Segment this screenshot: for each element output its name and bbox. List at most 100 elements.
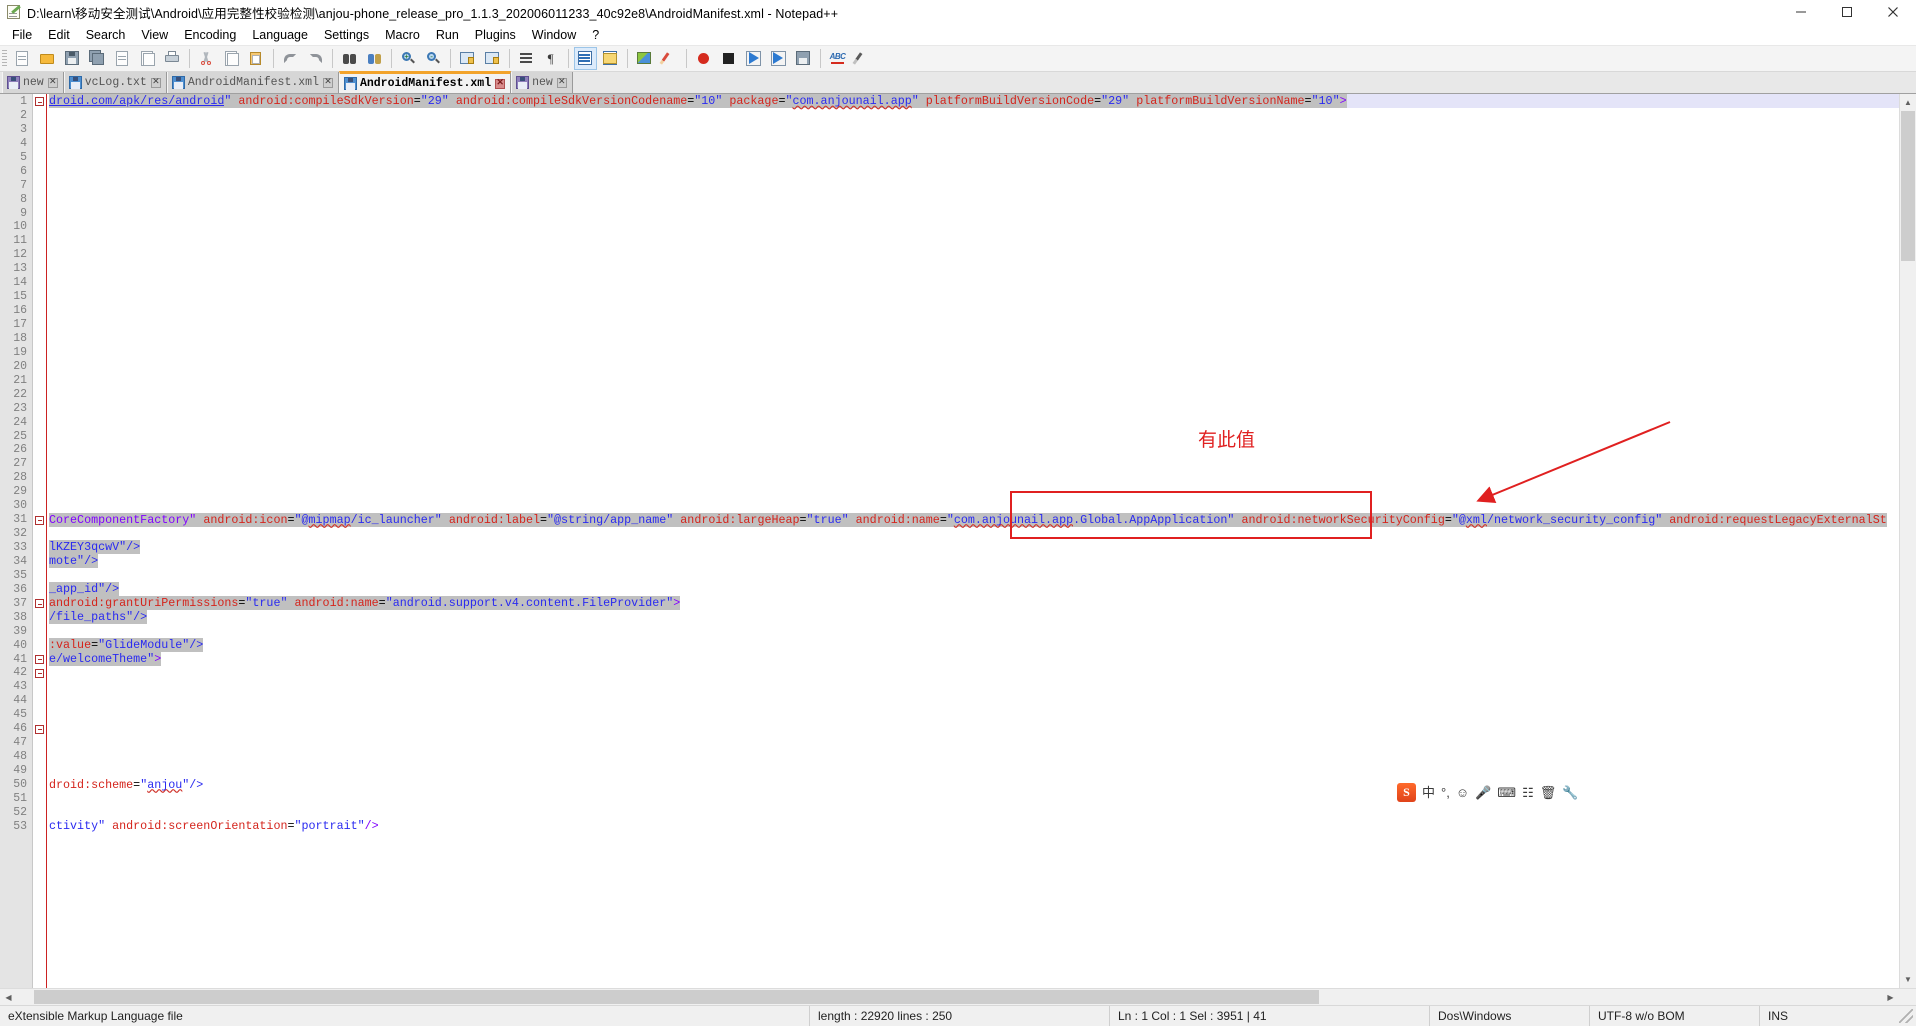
code-line[interactable] — [46, 793, 49, 807]
fold-marker-slot[interactable] — [33, 527, 46, 541]
code-line[interactable] — [46, 472, 49, 486]
code-line[interactable] — [46, 346, 49, 360]
menu-window[interactable]: Window — [524, 26, 584, 44]
fold-marker-slot[interactable] — [33, 820, 46, 834]
fold-marker-slot[interactable] — [33, 290, 46, 304]
code-line[interactable] — [46, 207, 49, 221]
menu-help[interactable]: ? — [584, 26, 607, 44]
close-button[interactable] — [1870, 0, 1916, 25]
code-line[interactable] — [46, 151, 49, 165]
playback-button[interactable] — [742, 47, 765, 70]
fold-marker-slot[interactable] — [33, 653, 46, 667]
tab-close-icon[interactable]: ✕ — [494, 78, 506, 90]
fold-collapse-icon[interactable] — [35, 668, 44, 678]
fold-marker-slot[interactable] — [33, 179, 46, 193]
code-line[interactable] — [46, 179, 49, 193]
menu-language[interactable]: Language — [244, 26, 316, 44]
code-line[interactable] — [46, 332, 49, 346]
code-line[interactable] — [46, 430, 49, 444]
code-line[interactable] — [46, 388, 49, 402]
tab-vclog-txt[interactable]: vcLog.txt ✕ — [63, 72, 167, 93]
code-line[interactable] — [46, 806, 49, 820]
code-line[interactable] — [46, 737, 49, 751]
code-line[interactable] — [46, 374, 49, 388]
cut-button[interactable] — [195, 47, 218, 70]
fold-marker-slot[interactable] — [33, 318, 46, 332]
code-line[interactable] — [46, 569, 49, 583]
redo-button[interactable] — [304, 47, 327, 70]
code-line[interactable]: CoreComponentFactory" android:icon="@mip… — [46, 512, 1887, 528]
tab-new-2[interactable]: new ✕ — [511, 72, 573, 93]
ime-toolbox-icon[interactable]: ☷ — [1522, 786, 1534, 799]
fold-marker-slot[interactable] — [33, 262, 46, 276]
menu-settings[interactable]: Settings — [316, 26, 377, 44]
copy-button[interactable] — [220, 47, 243, 70]
code-line[interactable] — [46, 137, 49, 151]
undo-button[interactable] — [279, 47, 302, 70]
code-line[interactable] — [46, 527, 49, 541]
fold-marker-slot[interactable] — [33, 708, 46, 722]
fold-marker-slot[interactable] — [33, 778, 46, 792]
tab-new-1[interactable]: new ✕ — [2, 72, 64, 93]
menu-file[interactable]: File — [4, 26, 40, 44]
menu-view[interactable]: View — [133, 26, 176, 44]
vertical-scroll-thumb[interactable] — [1901, 111, 1915, 261]
show-indent-guide-button[interactable] — [574, 47, 597, 70]
code-line[interactable]: :value="GlideModule"/> — [46, 638, 204, 653]
close-all-documents-button[interactable] — [136, 47, 159, 70]
horizontal-scrollbar[interactable] — [17, 989, 1882, 1005]
code-line[interactable] — [46, 235, 49, 249]
code-line[interactable] — [46, 193, 49, 207]
code-line[interactable] — [46, 709, 49, 723]
user-defined-dialog-button[interactable] — [599, 47, 622, 70]
code-line[interactable]: _app_id"/> — [46, 582, 120, 597]
code-line[interactable]: android:grantUriPermissions = "true" andro… — [46, 596, 681, 611]
code-line[interactable] — [46, 123, 49, 137]
fold-marker-slot[interactable] — [33, 555, 46, 569]
code-line[interactable]: ctivity" android:screenOrientation="port… — [46, 819, 379, 834]
fold-marker-slot[interactable] — [33, 416, 46, 430]
menu-macro[interactable]: Macro — [377, 26, 428, 44]
sync-vertical-button[interactable] — [456, 47, 479, 70]
tab-close-icon[interactable]: ✕ — [556, 77, 568, 89]
open-file-button[interactable] — [36, 47, 59, 70]
menu-edit[interactable]: Edit — [40, 26, 78, 44]
fold-marker-slot[interactable] — [33, 234, 46, 248]
fold-collapse-icon[interactable] — [35, 97, 44, 107]
code-line[interactable]: droid.com/apk/res/android " android:compi… — [46, 94, 1899, 109]
code-line[interactable] — [46, 751, 49, 765]
code-line[interactable] — [46, 765, 49, 779]
fold-marker-slot[interactable] — [33, 680, 46, 694]
ime-emoji-icon[interactable]: ☺ — [1456, 786, 1469, 799]
save-button[interactable] — [61, 47, 84, 70]
fold-marker-slot[interactable] — [33, 457, 46, 471]
fold-marker-slot[interactable] — [33, 430, 46, 444]
fold-marker-slot[interactable] — [33, 499, 46, 513]
fold-collapse-icon[interactable] — [35, 724, 44, 734]
tab-close-icon[interactable]: ✕ — [47, 77, 59, 89]
fold-marker-slot[interactable] — [33, 806, 46, 820]
fold-marker-slot[interactable] — [33, 346, 46, 360]
toolbar-grip[interactable] — [2, 49, 7, 68]
fold-marker-slot[interactable] — [33, 388, 46, 402]
tab-close-icon[interactable]: ✕ — [150, 77, 162, 89]
horizontal-scroll-thumb[interactable] — [34, 990, 1319, 1004]
code-line[interactable] — [46, 444, 49, 458]
fold-marker-slot[interactable] — [33, 95, 46, 109]
code-line[interactable] — [46, 290, 49, 304]
code-line[interactable] — [46, 402, 49, 416]
fold-marker-slot[interactable] — [33, 569, 46, 583]
sync-horizontal-button[interactable] — [481, 47, 504, 70]
ime-keyboard-icon[interactable]: ⌨ — [1497, 786, 1516, 799]
code-line[interactable]: lKZEY3qcwV"/> — [46, 540, 141, 555]
minimize-button[interactable] — [1778, 0, 1824, 25]
menu-search[interactable]: Search — [78, 26, 134, 44]
code-line[interactable] — [46, 681, 49, 695]
fold-marker-slot[interactable] — [33, 207, 46, 221]
tab-androidmanifest-xml-1[interactable]: AndroidManifest.xml ✕ — [166, 72, 339, 93]
fold-marker-slot[interactable] — [33, 109, 46, 123]
save-macro-button[interactable] — [792, 47, 815, 70]
code-line[interactable]: /file_paths"/> — [46, 610, 148, 625]
code-line[interactable] — [46, 360, 49, 374]
code-line[interactable] — [46, 221, 49, 235]
